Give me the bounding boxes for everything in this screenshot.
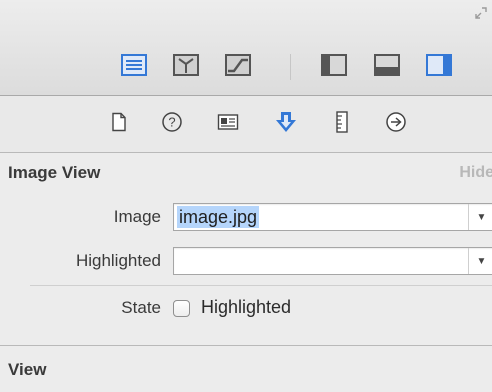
highlighted-combo-box[interactable]: ▼ (173, 247, 492, 275)
image-field-value[interactable]: image.jpg (177, 206, 260, 228)
file-inspector-icon (110, 112, 128, 137)
inspector-tab-strip: ? (0, 96, 492, 153)
highlighted-field-value[interactable] (177, 250, 181, 272)
image-label: Image (113, 207, 161, 226)
image-view-section-header: Image View Hide (0, 158, 492, 188)
utilities-toggle-icon (425, 53, 453, 82)
debug-area-toggle-button[interactable] (371, 52, 403, 82)
standard-editor-button[interactable] (118, 52, 150, 82)
version-editor-button[interactable] (222, 52, 254, 82)
section-divider (30, 285, 492, 286)
state-highlighted-checkbox[interactable] (173, 300, 190, 317)
highlighted-dropdown-button[interactable]: ▼ (468, 248, 492, 274)
section-title-image-view: Image View (8, 163, 101, 182)
navigator-toggle-icon (320, 53, 348, 82)
resize-corner-icon[interactable] (473, 6, 489, 22)
svg-text:?: ? (168, 114, 175, 129)
section-divider (0, 345, 492, 346)
chevron-down-icon: ▼ (476, 211, 487, 223)
utilities-toggle-button[interactable] (423, 52, 455, 82)
version-editor-icon (224, 53, 252, 82)
tab-connections-inspector[interactable] (382, 110, 410, 138)
chevron-down-icon: ▼ (476, 255, 487, 267)
toolbar-separator (290, 54, 291, 80)
image-dropdown-button[interactable]: ▼ (468, 204, 492, 230)
navigator-toggle-button[interactable] (318, 52, 350, 82)
hide-section-button[interactable]: Hide (459, 164, 492, 182)
assistant-editor-icon (172, 53, 200, 82)
tab-quick-help[interactable]: ? (158, 110, 186, 138)
state-highlighted-checkbox-label[interactable]: Highlighted (201, 297, 291, 318)
connections-inspector-icon (385, 111, 407, 138)
assistant-editor-button[interactable] (170, 52, 202, 82)
image-combo-box[interactable]: image.jpg ▼ (173, 203, 492, 231)
debug-area-toggle-icon (373, 53, 401, 82)
tab-identity-inspector[interactable] (214, 110, 242, 138)
toolbar (0, 0, 492, 96)
view-section-header: View (0, 355, 492, 385)
size-inspector-icon (335, 110, 349, 138)
section-title-view: View (8, 360, 47, 379)
tab-file-inspector[interactable] (105, 110, 133, 138)
identity-inspector-icon (217, 113, 239, 136)
standard-editor-icon (120, 53, 148, 82)
state-label: State (121, 298, 161, 317)
tab-attributes-inspector[interactable] (272, 110, 300, 138)
tab-size-inspector[interactable] (328, 110, 356, 138)
quick-help-icon: ? (161, 111, 183, 138)
attributes-inspector-icon (274, 110, 298, 139)
highlighted-label: Highlighted (75, 251, 161, 270)
